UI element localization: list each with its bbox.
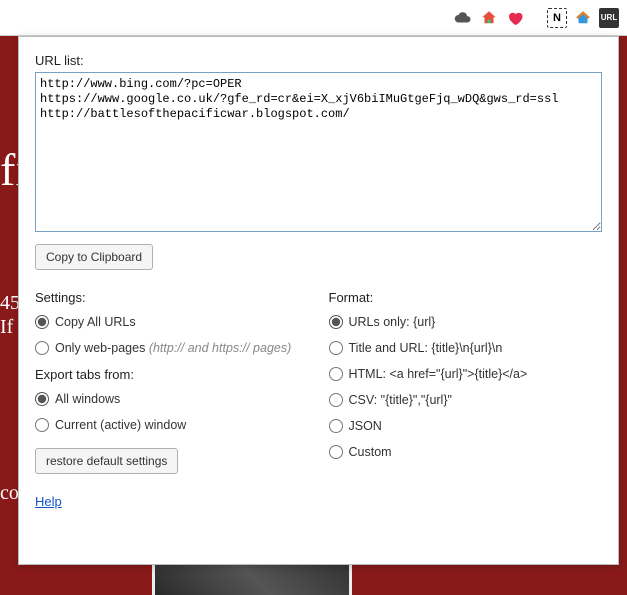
radio-csv-label: CSV: "{title}","{url}" xyxy=(349,393,452,407)
house-multi-icon[interactable] xyxy=(573,8,593,28)
radio-current-window-label: Current (active) window xyxy=(55,418,186,432)
help-link[interactable]: Help xyxy=(35,494,62,509)
radio-title-and-url-label: Title and URL: {title}\n{url}\n xyxy=(349,341,503,355)
radio-all-windows-label: All windows xyxy=(55,392,120,406)
radio-json[interactable]: JSON xyxy=(329,419,603,433)
url-list-textarea[interactable] xyxy=(35,72,602,232)
radio-only-web[interactable]: Only web-pages (http:// and https:// pag… xyxy=(35,341,309,355)
format-column: Format: URLs only: {url} Title and URL: … xyxy=(329,290,603,474)
radio-all-windows[interactable]: All windows xyxy=(35,392,309,406)
settings-heading: Settings: xyxy=(35,290,309,305)
radio-copy-all[interactable]: Copy All URLs xyxy=(35,315,309,329)
url-list-label: URL list: xyxy=(35,53,602,68)
radio-custom-label: Custom xyxy=(349,445,392,459)
radio-custom[interactable]: Custom xyxy=(329,445,603,459)
url-extension-icon[interactable]: URL xyxy=(599,8,619,28)
radio-json-label: JSON xyxy=(349,419,382,433)
heart-icon[interactable] xyxy=(505,8,525,28)
browser-extension-toolbar: N URL xyxy=(0,0,627,36)
format-heading: Format: xyxy=(329,290,603,305)
radio-urls-only-label: URLs only: {url} xyxy=(349,315,436,329)
cloud-icon[interactable] xyxy=(453,8,473,28)
radio-only-web-label: Only web-pages (http:// and https:// pag… xyxy=(55,341,291,355)
radio-title-and-url[interactable]: Title and URL: {title}\n{url}\n xyxy=(329,341,603,355)
radio-html-label: HTML: <a href="{url}">{title}</a> xyxy=(349,367,528,381)
n-box-icon[interactable]: N xyxy=(547,8,567,28)
radio-current-window[interactable]: Current (active) window xyxy=(35,418,309,432)
radio-copy-all-label: Copy All URLs xyxy=(55,315,136,329)
radio-html[interactable]: HTML: <a href="{url}">{title}</a> xyxy=(329,367,603,381)
settings-column: Settings: Copy All URLs Only web-pages (… xyxy=(35,290,309,474)
extension-popup: URL list: Copy to Clipboard Settings: Co… xyxy=(18,36,619,565)
radio-urls-only[interactable]: URLs only: {url} xyxy=(329,315,603,329)
house-colored-icon[interactable] xyxy=(479,8,499,28)
radio-csv[interactable]: CSV: "{title}","{url}" xyxy=(329,393,603,407)
restore-defaults-button[interactable]: restore default settings xyxy=(35,448,178,474)
copy-clipboard-button[interactable]: Copy to Clipboard xyxy=(35,244,153,270)
export-heading: Export tabs from: xyxy=(35,367,309,382)
